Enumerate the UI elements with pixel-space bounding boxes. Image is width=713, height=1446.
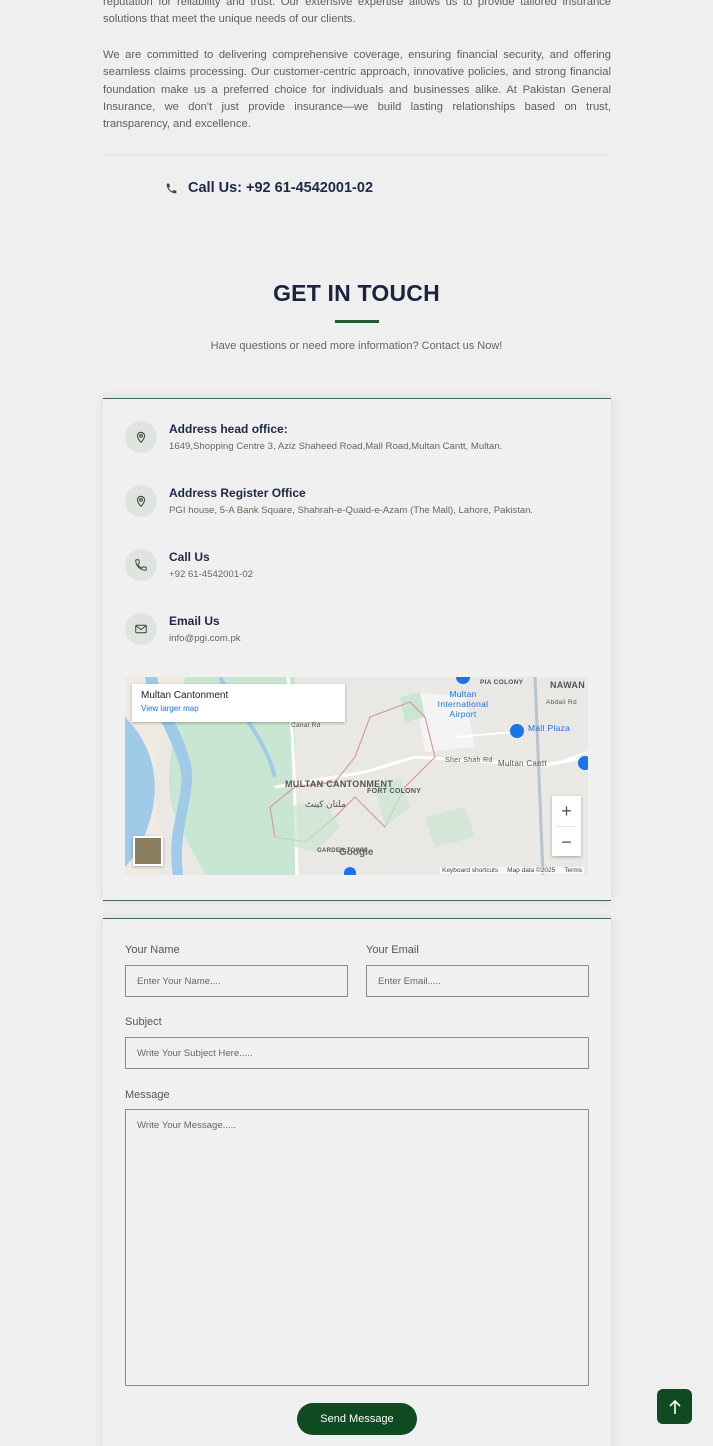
google-logo: Google <box>339 847 374 858</box>
contact-item-title: Address Register Office <box>169 486 306 500</box>
map-place-name: Multan Cantonment <box>141 690 229 701</box>
send-message-button[interactable]: Send Message <box>297 1403 417 1435</box>
about-paragraph-1: reputation for reliability and trust. Ou… <box>103 0 611 26</box>
name-label: Your Name <box>125 944 180 956</box>
arrow-up-icon <box>668 1399 681 1414</box>
map-label-pia-colony: PIA COLONY <box>480 679 524 686</box>
phone-icon <box>125 549 157 581</box>
map-label-abdali-rd: Abdali Rd <box>546 699 577 706</box>
satellite-toggle[interactable] <box>133 836 163 866</box>
view-larger-map-link[interactable]: View larger map <box>141 704 336 713</box>
contact-item-value: PGI house, 5-A Bank Square, Shahrah-e-Qu… <box>169 505 534 516</box>
contact-form-card: Your Name Enter Your Name.... Your Email… <box>103 918 611 1446</box>
about-paragraph-2: We are committed to delivering comprehen… <box>103 48 611 131</box>
contact-item-title: Address head office: <box>169 422 288 436</box>
map-label-sher-shah-rd: Sher Shah Rd <box>445 757 493 764</box>
call-us-text: Call Us: +92 61-4542001-02 <box>188 180 374 196</box>
contact-item-call: Call Us +92 61-4542001-02 <box>125 549 253 581</box>
map-label-airport: Multan International Airport <box>437 689 489 719</box>
map-zoom-controls: + − <box>552 796 581 856</box>
message-textarea[interactable]: Write Your Message..... <box>125 1109 589 1386</box>
subject-label: Subject <box>125 1016 162 1028</box>
divider <box>103 154 611 155</box>
contact-item-register-office: Address Register Office PGI house, 5-A B… <box>125 485 533 517</box>
contact-item-value: 1649,Shopping Centre 3, Aziz Shaheed Roa… <box>169 441 503 452</box>
call-us-line[interactable]: Call Us: +92 61-4542001-02 <box>165 180 373 196</box>
section-title: GET IN TOUCH <box>273 280 440 306</box>
email-label: Your Email <box>366 944 419 956</box>
contact-item-value[interactable]: +92 61-4542001-02 <box>169 569 253 580</box>
contact-item-head-office: Address head office: 1649,Shopping Centr… <box>125 421 502 453</box>
scroll-to-top-button[interactable] <box>657 1389 692 1424</box>
terms-link[interactable]: Terms <box>564 867 582 874</box>
map-label-nawan: NAWAN <box>550 680 585 690</box>
map-label-multan-cantt: Multan Cantt <box>498 759 547 768</box>
about-text: reputation for reliability and trust. Ou… <box>103 0 611 152</box>
name-input[interactable]: Enter Your Name.... <box>125 965 348 997</box>
contact-item-title: Email Us <box>169 614 220 628</box>
email-input[interactable]: Enter Email..... <box>366 965 589 997</box>
map-data-text: Map data ©2025 <box>507 867 556 874</box>
zoom-out-button[interactable]: − <box>552 827 581 857</box>
map-label-mall-plaza: Mall Plaza <box>528 723 571 733</box>
map-label-canal-rd: Canal Rd <box>291 722 321 729</box>
keyboard-shortcuts-link[interactable]: Keyboard shortcuts <box>442 867 498 874</box>
contact-item-title: Call Us <box>169 550 210 564</box>
zoom-in-button[interactable]: + <box>552 796 581 826</box>
map-place-card: Multan Cantonment View larger map <box>132 684 345 722</box>
location-pin-icon <box>125 421 157 453</box>
title-underline <box>335 320 379 323</box>
contact-info-card: Address head office: 1649,Shopping Centr… <box>103 398 611 900</box>
envelope-icon <box>125 613 157 645</box>
contact-item-value[interactable]: info@pgi.com.pk <box>169 633 241 644</box>
location-pin-icon <box>125 485 157 517</box>
contact-item-email: Email Us info@pgi.com.pk <box>125 613 241 645</box>
message-label: Message <box>125 1089 170 1101</box>
embedded-map[interactable]: MULTAN CANTONMENT ملتان کینٹ FORT COLONY… <box>125 677 588 875</box>
subject-input[interactable]: Write Your Subject Here..... <box>125 1037 589 1069</box>
phone-icon <box>166 183 177 193</box>
card-separator <box>103 900 611 901</box>
map-label-cantonment-urdu: ملتان کینٹ <box>305 799 346 809</box>
section-subtitle: Have questions or need more information?… <box>210 340 503 352</box>
map-label-fort-colony: FORT COLONY <box>367 788 422 795</box>
map-attribution: Keyboard shortcuts Map data ©2025 Terms <box>440 867 584 874</box>
